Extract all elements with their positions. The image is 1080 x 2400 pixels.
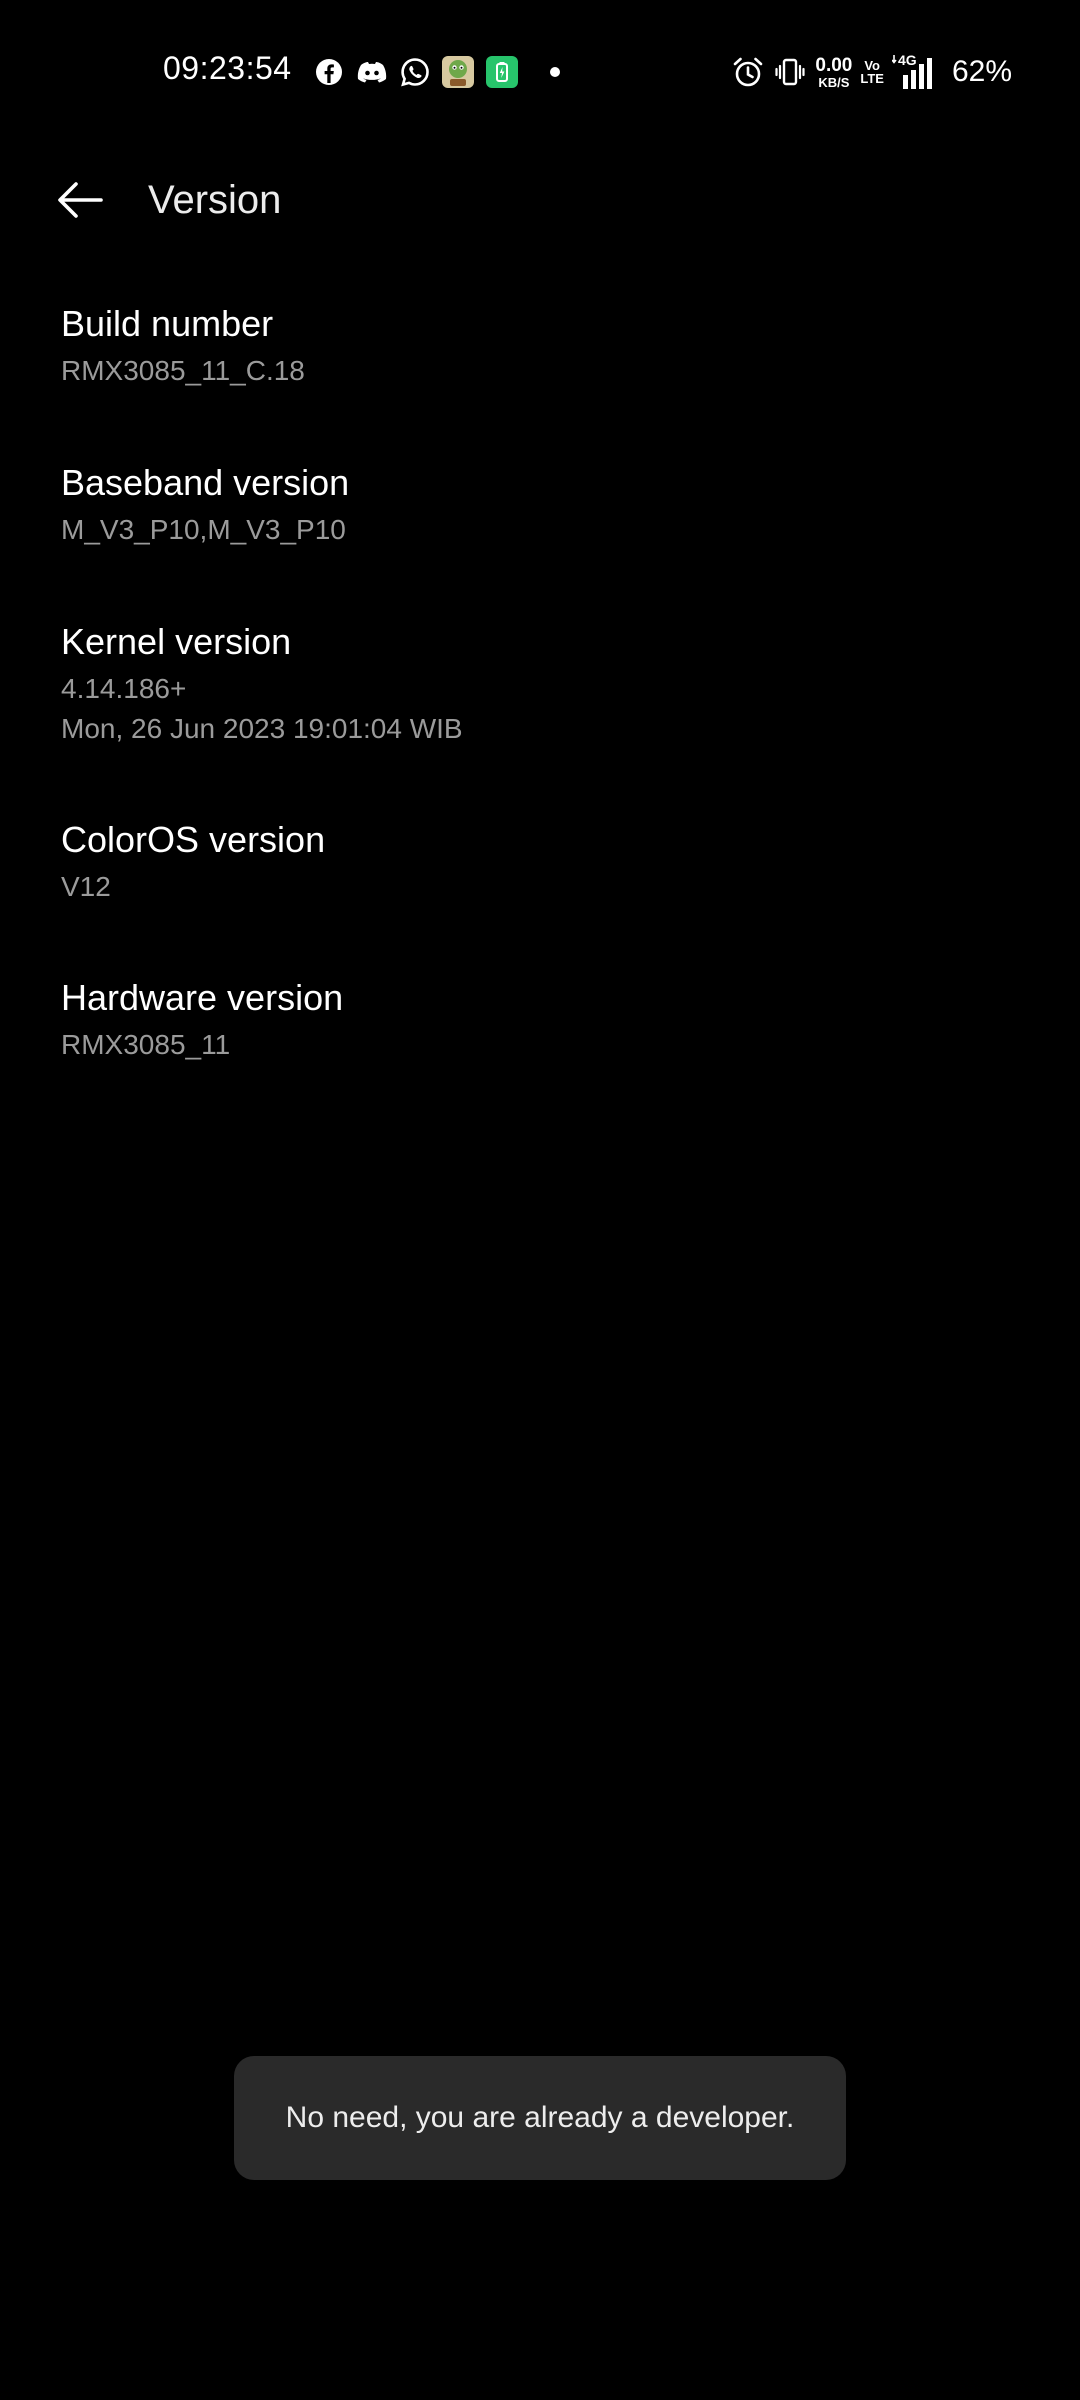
network-speed-indicator: 0.00 KB/S <box>815 56 852 89</box>
hardware-version-item[interactable]: Hardware version RMX3085_11 <box>0 976 343 1065</box>
app-header: Version <box>0 160 1080 240</box>
status-time: 09:23:54 <box>163 50 292 86</box>
build-number-item[interactable]: Build number RMX3085_11_C.18 <box>0 302 305 391</box>
alarm-icon <box>731 55 765 89</box>
system-status-icons: 0.00 KB/S Vo LTE 4G 62% <box>731 52 1012 92</box>
signal-4g-icon: 4G <box>891 53 938 91</box>
coloros-version-title: ColorOS version <box>61 819 326 860</box>
build-number-value: RMX3085_11_C.18 <box>61 355 305 387</box>
toast-text: No need, you are already a developer. <box>285 2101 795 2134</box>
hardware-version-title: Hardware version <box>61 977 344 1018</box>
kernel-version-item[interactable]: Kernel version 4.14.186+ Mon, 26 Jun 202… <box>0 620 463 749</box>
status-bar: 09:23:54 0.00 KB/S Vo LTE 4G 62% <box>0 0 1080 140</box>
toast-message: No need, you are already a developer. <box>234 2056 846 2180</box>
notification-icons <box>313 53 561 91</box>
discord-icon <box>355 57 389 87</box>
back-arrow-icon <box>58 182 103 218</box>
baseband-version-title: Baseband version <box>61 462 350 503</box>
baseband-version-item[interactable]: Baseband version M_V3_P10,M_V3_P10 <box>0 461 349 550</box>
battery-percentage: 62% <box>951 55 1012 88</box>
baseband-version-value: M_V3_P10,M_V3_P10 <box>61 514 346 546</box>
volte-indicator: Vo LTE <box>860 59 884 85</box>
facebook-icon <box>313 56 345 88</box>
page-title: Version <box>148 178 282 222</box>
more-dot-icon <box>549 66 561 78</box>
coloros-version-value: V12 <box>61 871 111 903</box>
volte-bottom-label: LTE <box>860 71 884 86</box>
build-number-title: Build number <box>61 303 274 344</box>
battery-saver-app-icon <box>485 55 519 89</box>
network-speed-value: 0.00 <box>815 54 853 76</box>
whatsapp-icon <box>399 56 431 88</box>
kernel-version-value: 4.14.186+ Mon, 26 Jun 2023 19:01:04 WIB <box>61 673 463 745</box>
coloros-version-item[interactable]: ColorOS version V12 <box>0 818 325 907</box>
game-app-icon <box>441 55 475 89</box>
kernel-version-title: Kernel version <box>61 621 292 662</box>
hardware-version-value: RMX3085_11 <box>61 1029 231 1061</box>
network-speed-unit: KB/S <box>818 74 850 90</box>
back-button[interactable] <box>52 172 108 228</box>
vibrate-icon <box>773 55 807 89</box>
